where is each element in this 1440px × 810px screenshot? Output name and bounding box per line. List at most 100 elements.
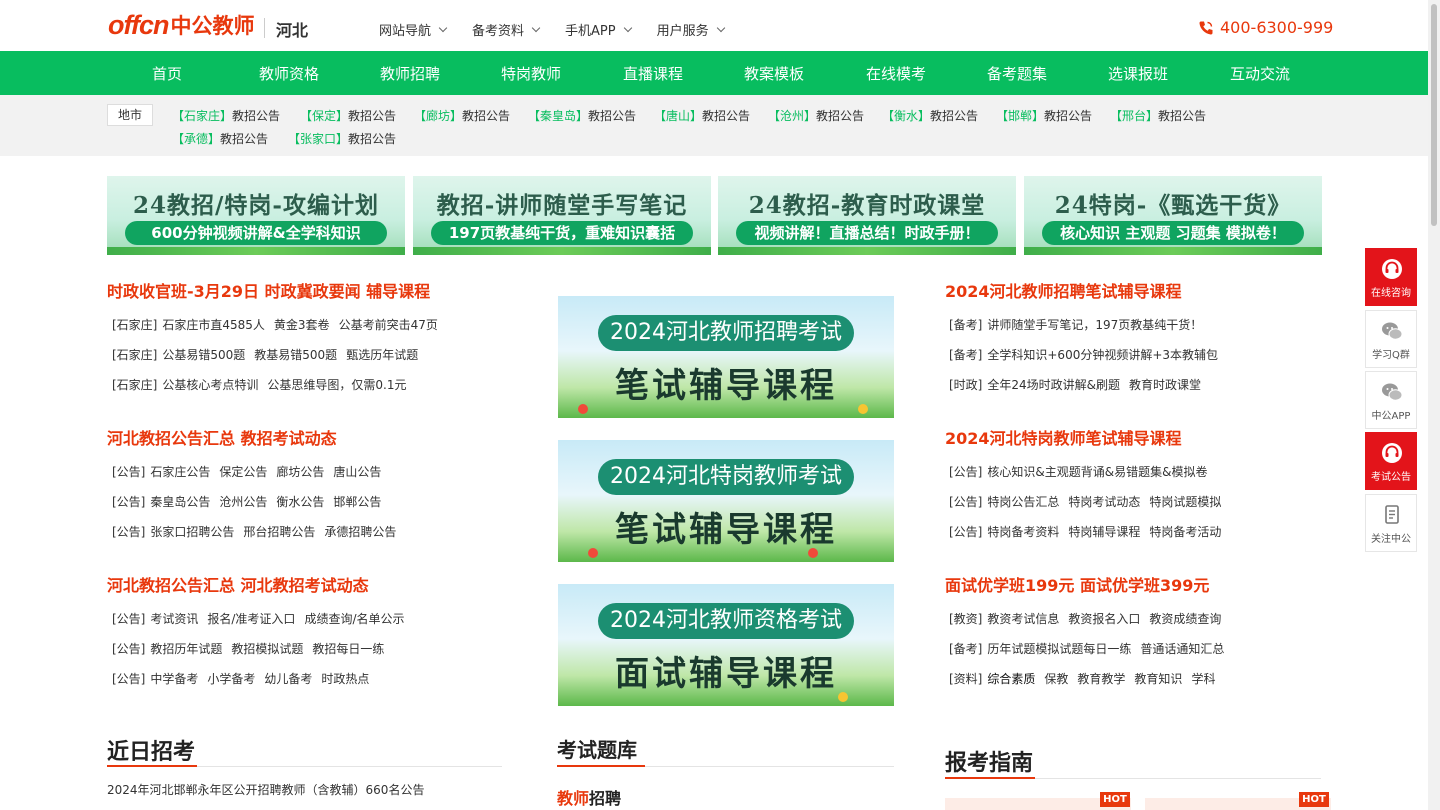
news-link[interactable]: 唐山公告: [333, 465, 381, 479]
course-promo-banner[interactable]: 2024河北教师资格考试 面试辅导课程: [558, 584, 894, 706]
promo-banner[interactable]: 24教招-教育时政课堂 视频讲解！直播总结！时政手册！: [718, 176, 1016, 255]
news-link[interactable]: 公基考前突击47页: [339, 318, 438, 332]
city-link[interactable]: 【唐山】教招公告: [654, 107, 750, 124]
section-title[interactable]: 面试优学班199元 面试优学班399元: [945, 572, 1209, 596]
nav-lesson-templates[interactable]: 教案模板: [744, 63, 804, 84]
news-link[interactable]: 教资成绩查询: [1149, 612, 1221, 626]
news-link[interactable]: 教资报名入口: [1068, 612, 1140, 626]
news-link[interactable]: 廊坊公告: [276, 465, 324, 479]
news-link[interactable]: 普通话通知汇总: [1140, 642, 1224, 656]
online-consult-button[interactable]: 在线咨询: [1365, 248, 1417, 306]
nav-live-courses[interactable]: 直播课程: [623, 63, 683, 84]
city-link[interactable]: 【承德】教招公告: [172, 130, 268, 147]
news-link[interactable]: 甄选历年试题: [346, 348, 418, 362]
promo-banner[interactable]: 24教招/特岗-攻编计划 600分钟视频讲解&全学科知识: [107, 176, 405, 255]
news-link[interactable]: 时政热点: [321, 672, 369, 686]
news-link[interactable]: 历年试题模拟试题每日一练: [987, 642, 1131, 656]
news-link[interactable]: 秦皇岛公告: [150, 495, 210, 509]
city-link[interactable]: 【保定】教招公告: [300, 107, 396, 124]
news-link[interactable]: 学科: [1191, 672, 1215, 686]
news-link[interactable]: 教基易错500题: [254, 348, 337, 362]
news-link[interactable]: 张家口招聘公告: [150, 525, 234, 539]
topnav-site-nav[interactable]: 网站导航: [379, 20, 448, 39]
city-link[interactable]: 【邯郸】教招公告: [996, 107, 1092, 124]
news-link[interactable]: 幼儿备考: [264, 672, 312, 686]
news-link[interactable]: 成绩查询/名单公示: [304, 612, 404, 626]
follow-offcn-button[interactable]: 关注中公: [1365, 494, 1417, 552]
section-title[interactable]: 河北教招公告汇总 教招考试动态: [107, 425, 337, 449]
news-link[interactable]: 教育教学: [1077, 672, 1125, 686]
news-link[interactable]: 教招历年试题: [150, 642, 222, 656]
news-link[interactable]: 中学备考: [150, 672, 198, 686]
news-link[interactable]: 教育时政课堂: [1129, 378, 1201, 392]
news-link[interactable]: 邢台招聘公告: [243, 525, 315, 539]
news-link[interactable]: 特岗辅导课程: [1068, 525, 1140, 539]
news-link[interactable]: 公基思维导图，仅需0.1元: [267, 378, 406, 392]
section-title[interactable]: 2024河北特岗教师笔试辅导课程: [945, 425, 1182, 449]
city-link[interactable]: 【沧州】教招公告: [768, 107, 864, 124]
nav-online-mock[interactable]: 在线模考: [866, 63, 926, 84]
news-link[interactable]: 全学科知识+600分钟视频讲解+3本教辅包: [987, 348, 1218, 362]
news-link[interactable]: 黄金3套卷: [274, 318, 330, 332]
news-link[interactable]: 教招每日一练: [312, 642, 384, 656]
nav-teacher-qualification[interactable]: 教师资格: [259, 63, 319, 84]
section-title[interactable]: 时政收官班-3月29日 时政冀政要闻 辅导课程: [107, 278, 430, 302]
offcn-app-button[interactable]: 中公APP: [1365, 371, 1417, 429]
news-link[interactable]: 石家庄市直4585人: [162, 318, 265, 332]
course-promo-banner[interactable]: 2024河北特岗教师考试 笔试辅导课程: [558, 440, 894, 562]
hotline[interactable]: 400-6300-999: [1198, 18, 1333, 37]
nav-special-post[interactable]: 特岗教师: [501, 63, 561, 84]
news-link[interactable]: 保教: [1044, 672, 1068, 686]
news-link[interactable]: 衡水公告: [276, 495, 324, 509]
news-link[interactable]: 特岗试题模拟: [1149, 495, 1221, 509]
nav-question-sets[interactable]: 备考题集: [987, 63, 1047, 84]
nav-course-enroll[interactable]: 选课报班: [1108, 63, 1168, 84]
news-link[interactable]: 考试资讯: [150, 612, 198, 626]
news-link[interactable]: 石家庄公告: [150, 465, 210, 479]
city-link[interactable]: 【石家庄】教招公告: [172, 107, 280, 124]
section-title[interactable]: 2024河北教师招聘笔试辅导课程: [945, 278, 1182, 302]
section-title[interactable]: 河北教招公告汇总 河北教招考试动态: [107, 572, 369, 596]
news-link[interactable]: 讲师随堂手写笔记，197页教基纯干货！: [987, 318, 1202, 332]
news-link[interactable]: 综合素质: [987, 672, 1035, 686]
topnav-materials[interactable]: 备考资料: [472, 20, 541, 39]
news-link[interactable]: 特岗备考活动: [1149, 525, 1221, 539]
news-link[interactable]: 特岗公告汇总: [987, 495, 1059, 509]
tab-teacher-recruitment[interactable]: 教师招聘: [557, 785, 621, 809]
nav-community[interactable]: 互动交流: [1230, 63, 1290, 84]
city-link[interactable]: 【秦皇岛】教招公告: [528, 107, 636, 124]
news-link[interactable]: 公基核心考点特训: [162, 378, 258, 392]
recent-exam-link[interactable]: 2024年河北邯郸永年区公开招聘教师（含教辅）660名公告: [107, 781, 424, 798]
topnav-mobile-app[interactable]: 手机APP: [565, 20, 632, 39]
course-promo-banner[interactable]: 2024河北教师招聘考试 笔试辅导课程: [558, 296, 894, 418]
nav-teacher-recruitment[interactable]: 教师招聘: [380, 63, 440, 84]
news-link[interactable]: 全年24场时政讲解&刷题: [987, 378, 1120, 392]
news-link[interactable]: 特岗备考资料: [987, 525, 1059, 539]
news-link[interactable]: 沧州公告: [219, 495, 267, 509]
news-link[interactable]: 教资考试信息: [987, 612, 1059, 626]
news-link[interactable]: 核心知识&主观题背诵&易错题集&模拟卷: [987, 465, 1207, 479]
city-link[interactable]: 【邢台】教招公告: [1110, 107, 1206, 124]
news-link[interactable]: 教育知识: [1134, 672, 1182, 686]
city-link[interactable]: 【张家口】教招公告: [288, 130, 396, 147]
offcn-logo[interactable]: offcn 中公教师: [108, 9, 255, 41]
region-name[interactable]: 河北: [276, 17, 308, 41]
news-link[interactable]: 报名/准考证入口: [207, 612, 295, 626]
study-qq-group-button[interactable]: 学习Q群: [1365, 310, 1417, 368]
nav-home[interactable]: 首页: [152, 63, 182, 84]
news-link[interactable]: 承德招聘公告: [324, 525, 396, 539]
news-link[interactable]: 特岗考试动态: [1068, 495, 1140, 509]
city-link[interactable]: 【廊坊】教招公告: [414, 107, 510, 124]
city-link[interactable]: 【衡水】教招公告: [882, 107, 978, 124]
scrollbar-thumb[interactable]: [1431, 4, 1437, 226]
exam-notice-button[interactable]: 考试公告: [1365, 432, 1417, 490]
news-link[interactable]: 小学备考: [207, 672, 255, 686]
news-link[interactable]: 保定公告: [219, 465, 267, 479]
news-link[interactable]: 公基易错500题: [162, 348, 245, 362]
news-link[interactable]: 邯郸公告: [333, 495, 381, 509]
topnav-user-service[interactable]: 用户服务: [657, 20, 725, 39]
news-link[interactable]: 教招模拟试题: [231, 642, 303, 656]
scrollbar[interactable]: [1428, 0, 1440, 810]
promo-banner[interactable]: 24特岗-《甄选干货》 核心知识 主观题 习题集 模拟卷！: [1024, 176, 1322, 255]
promo-banner[interactable]: 教招-讲师随堂手写笔记 197页教基纯干货，重难知识囊括: [413, 176, 711, 255]
